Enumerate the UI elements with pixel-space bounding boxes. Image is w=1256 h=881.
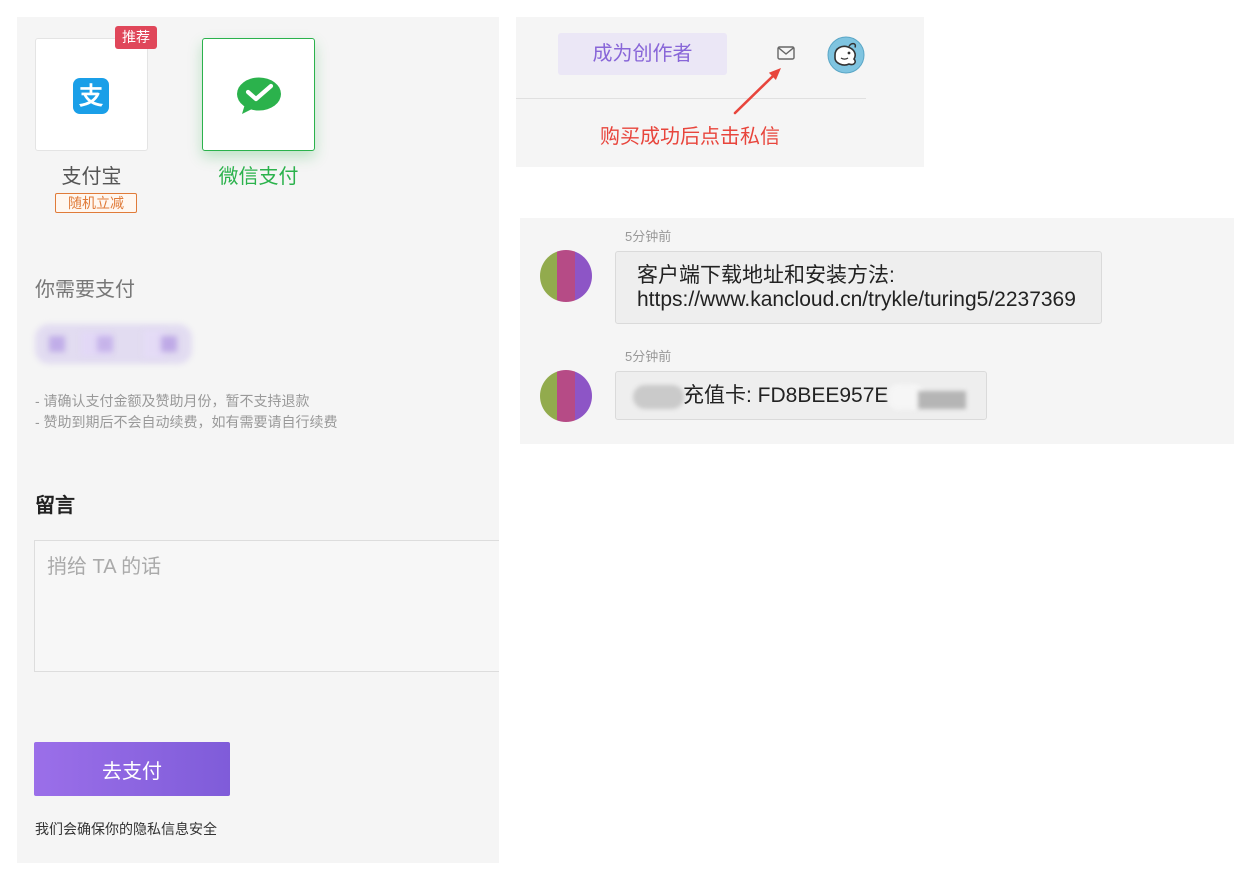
redaction [633,385,684,409]
redaction [918,391,966,409]
annotation-text: 购买成功后点击私信 [600,126,780,148]
wechat-pay-icon [237,77,281,114]
message-line: 客户端下载地址和安装方法: [637,264,895,287]
alipay-icon: 支 [73,78,109,114]
promo-badge: 随机立减 [55,193,137,213]
message-bubble: 充值卡: FD8BEE957E [615,371,987,420]
message-link: https://www.kancloud.cn/trykle/turing5/2… [637,288,1076,311]
payment-panel: 支 推荐 支付宝 随机立减 微信支付 你需要支付 - 请确认支付金额及赞助月份，… [17,17,499,863]
mail-icon[interactable] [777,46,795,60]
wechat-pay-label: 微信支付 [218,166,299,188]
user-avatar-icon[interactable] [827,36,865,74]
message-input[interactable] [34,540,499,672]
payment-method-alipay[interactable]: 支 [35,38,148,151]
sender-avatar[interactable] [540,370,592,422]
alipay-label: 支付宝 [61,166,122,188]
header-panel: 成为创作者 购买成功后点击私信 [516,17,924,167]
sender-avatar[interactable] [540,250,592,302]
recommended-badge: 推荐 [115,26,157,49]
message-text: 充值卡: FD8BEE957E [683,384,889,407]
message-timestamp: 5分钟前 [625,349,672,364]
redacted-amount [35,320,192,368]
amount-label: 你需要支付 [35,279,135,301]
header-divider [516,98,866,99]
chat-panel: 5分钟前 客户端下载地址和安装方法: https://www.kancloud.… [520,218,1234,444]
privacy-note: 我们会确保你的隐私信息安全 [35,821,217,837]
message-section-title: 留言 [35,495,75,517]
message-timestamp: 5分钟前 [625,229,672,244]
payment-method-wechat[interactable] [202,38,315,151]
pay-button[interactable]: 去支付 [34,742,230,796]
become-creator-button[interactable]: 成为创作者 [558,33,727,75]
payment-note: - 赞助到期后不会自动续费，如有需要请自行续费 [35,414,338,430]
alipay-logo-glyph: 支 [79,82,103,110]
arrow-up-right-icon [733,68,781,115]
payment-note: - 请确认支付金额及赞助月份，暂不支持退款 [35,393,310,409]
message-bubble: 客户端下载地址和安装方法: https://www.kancloud.cn/tr… [615,251,1102,324]
